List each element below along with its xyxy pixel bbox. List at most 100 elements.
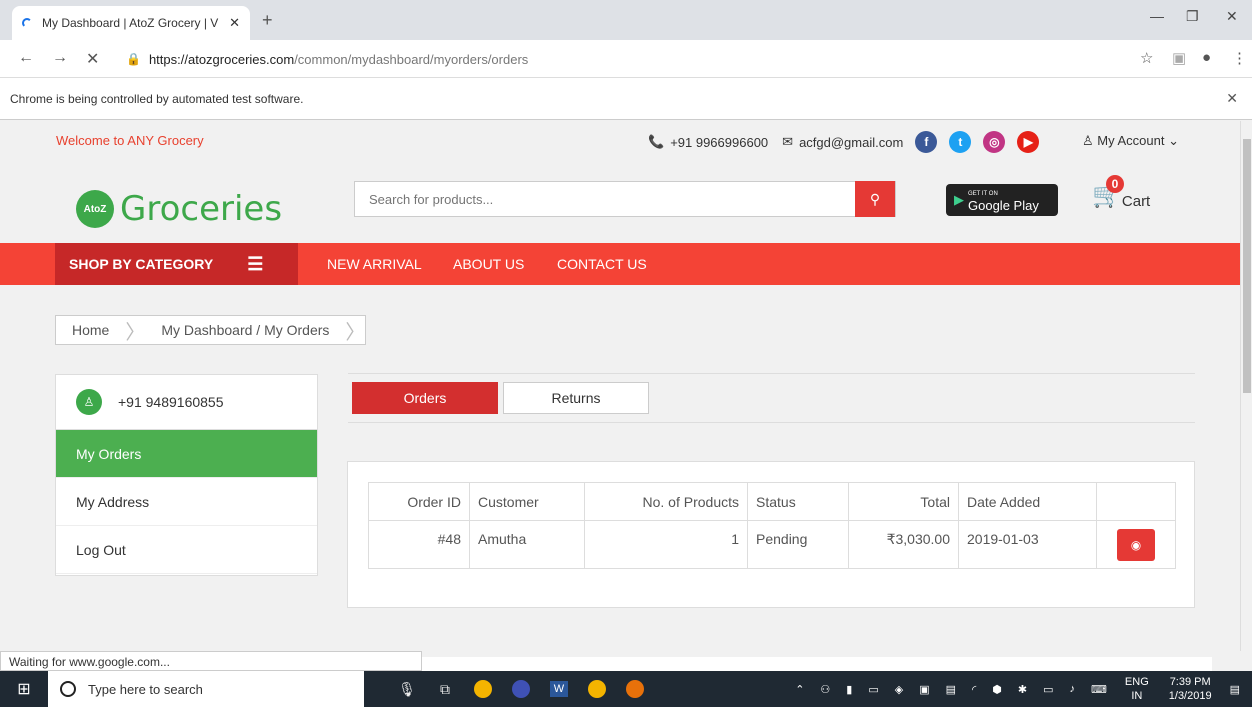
tab-close-icon[interactable]: ✕ — [229, 15, 240, 31]
chevron-down-icon: ⌄ — [1164, 133, 1179, 148]
tray-app-icon[interactable]: ▮ — [846, 683, 852, 696]
infobar-text: Chrome is being controlled by automated … — [10, 91, 304, 106]
phone-icon: 📞 — [648, 134, 665, 149]
status-bubble: Waiting for www.google.com... — [0, 651, 422, 671]
date-cell: 2019-01-03 — [958, 520, 1097, 569]
menu-about-us[interactable]: ABOUT US — [453, 256, 524, 272]
gplay-label: Google Play — [968, 198, 1039, 213]
minimize-icon[interactable]: — — [1150, 8, 1164, 24]
chrome-icon-2[interactable] — [578, 671, 616, 707]
view-order-button[interactable]: ◉ — [1117, 529, 1155, 561]
play-store-icon: ▶ — [954, 192, 964, 207]
keyboard-icon[interactable]: ⌨ — [1091, 683, 1107, 696]
bookmark-star-icon[interactable]: ☆ — [1140, 49, 1153, 67]
shop-by-category-button[interactable]: SHOP BY CATEGORY ☰ — [55, 243, 298, 285]
status-cell: Pending — [747, 520, 849, 569]
tray-window-icon[interactable]: ▭ — [868, 683, 878, 696]
eclipse-icon[interactable] — [502, 671, 540, 707]
chrome-icon-3[interactable] — [616, 671, 654, 707]
breadcrumb: Home 〉 My Dashboard / My Orders 〉 — [55, 315, 367, 345]
cart-count-badge: 0 — [1106, 175, 1124, 193]
search-button[interactable]: ⚲ — [855, 181, 895, 217]
extension-icon[interactable]: ▣ — [1172, 49, 1186, 67]
windows-start-icon[interactable]: ⊞ — [0, 671, 48, 707]
page-scrollbar[interactable] — [1240, 121, 1252, 651]
window-close-icon[interactable]: ✕ — [1226, 8, 1238, 25]
microphone-icon[interactable]: 🎙 — [388, 671, 426, 707]
lang-top: ENG — [1124, 676, 1149, 688]
back-icon[interactable]: ← — [18, 49, 34, 67]
menu-new-arrival[interactable]: NEW ARRIVAL — [327, 256, 422, 272]
search-box: ⚲ — [354, 181, 896, 217]
youtube-icon[interactable]: ▶ — [1017, 131, 1040, 153]
menu-contact-us[interactable]: CONTACT US — [557, 256, 647, 272]
site-logo[interactable]: AtoZ Groceries — [76, 189, 282, 229]
infobar-close-icon[interactable]: ✕ — [1226, 90, 1238, 107]
volume-icon[interactable]: ♪ — [1070, 683, 1076, 695]
search-input[interactable] — [355, 182, 845, 216]
taskbar-search[interactable]: Type here to search — [48, 671, 364, 707]
col-total: Total — [848, 482, 959, 521]
search-icon: ⚲ — [869, 190, 881, 207]
url-field[interactable]: 🔒 https://atozgroceries.com /common/myda… — [126, 48, 1106, 70]
tab-title: My Dashboard | AtoZ Grocery | V — [42, 16, 219, 30]
stop-icon[interactable]: ✕ — [86, 49, 99, 69]
menu-dots-icon[interactable]: ⋮ — [1232, 49, 1247, 67]
automation-infobar: Chrome is being controlled by automated … — [0, 78, 1252, 120]
url-host: https://atozgroceries.com — [148, 51, 295, 67]
tab-returns[interactable]: Returns — [503, 382, 649, 414]
google-play-badge[interactable]: ▶ GET IT ON Google Play — [946, 184, 1058, 216]
total-cell: ₹3,030.00 — [848, 520, 959, 569]
user-icon: ♙ — [1082, 133, 1098, 148]
cart-button[interactable]: 🛒 0 Cart — [1092, 175, 1150, 210]
security-icon[interactable]: ⬢ — [992, 683, 1002, 696]
notifications-icon[interactable]: ▤ — [1230, 683, 1240, 696]
sidebar-item-log-out[interactable]: Log Out — [56, 526, 317, 574]
people-icon[interactable]: ⚇ — [820, 683, 830, 696]
my-account-menu[interactable]: ♙ My Account ⌄ — [1082, 133, 1179, 149]
show-hidden-icons[interactable]: ⌃ — [795, 683, 804, 696]
profile-icon[interactable]: ● — [1202, 49, 1211, 66]
tab-orders[interactable]: Orders — [352, 382, 498, 414]
action-cell: ◉ — [1096, 520, 1176, 569]
chrome-icon[interactable] — [464, 671, 502, 707]
logo-cart-icon: AtoZ — [76, 190, 114, 228]
maximize-icon[interactable]: ❐ — [1186, 8, 1199, 25]
sidebar-user: ♙ +91 9489160855 — [56, 375, 317, 430]
battery-icon[interactable]: ▭ — [1043, 683, 1053, 696]
bluetooth-icon[interactable]: ✱ — [1018, 683, 1027, 696]
instagram-icon[interactable]: ◎ — [983, 131, 1006, 153]
breadcrumb-separator-icon: 〉 — [125, 321, 146, 344]
browser-tab[interactable]: My Dashboard | AtoZ Grocery | V ✕ — [12, 6, 250, 40]
breadcrumb-home[interactable]: Home — [56, 316, 125, 344]
new-tab-button[interactable]: + — [262, 10, 273, 31]
sidebar-item-my-orders[interactable]: My Orders — [56, 430, 317, 478]
task-view-icon[interactable]: ⧉ — [426, 671, 464, 707]
forward-icon[interactable]: → — [52, 49, 68, 67]
web-page: Welcome to ANY Grocery 📞 +91 9966996600 … — [0, 121, 1240, 651]
scrollbar-thumb[interactable] — [1243, 139, 1251, 393]
contact-email[interactable]: acfgd@gmail.com — [799, 135, 903, 150]
order-id-cell: #48 — [368, 520, 470, 569]
sidebar-item-my-address[interactable]: My Address — [56, 478, 317, 526]
col-products: No. of Products — [584, 482, 748, 521]
address-bar: ← → ✕ 🔒 https://atozgroceries.com /commo… — [0, 40, 1252, 78]
customer-cell: Amutha — [469, 520, 585, 569]
mail-icon: ✉ — [782, 134, 794, 149]
tray-green-icon[interactable]: ▣ — [919, 683, 929, 696]
breadcrumb-end-icon: 〉 — [345, 321, 366, 344]
twitter-icon[interactable]: t — [949, 131, 972, 153]
orders-table: Order ID Customer No. of Products Status… — [368, 482, 1176, 569]
tray-monitor-icon[interactable]: ▤ — [946, 683, 956, 696]
language-indicator[interactable]: ENG IN — [1125, 675, 1149, 703]
word-icon[interactable]: W — [540, 671, 578, 707]
site-header: AtoZ Groceries ⚲ ▶ GET IT ON Google Play… — [0, 159, 1240, 243]
wifi-icon[interactable]: ◜ — [972, 683, 976, 696]
main-menu: SHOP BY CATEGORY ☰ NEW ARRIVAL ABOUT US … — [0, 243, 1240, 285]
facebook-icon[interactable]: f — [915, 131, 938, 153]
shop-by-category-label: SHOP BY CATEGORY — [69, 256, 214, 272]
my-account-label: My Account — [1097, 133, 1165, 148]
tray-shield-icon[interactable]: ◈ — [895, 683, 903, 696]
clock[interactable]: 7:39 PM 1/3/2019 — [1169, 675, 1212, 703]
contact-phone: +91 9966996600 — [670, 134, 769, 150]
